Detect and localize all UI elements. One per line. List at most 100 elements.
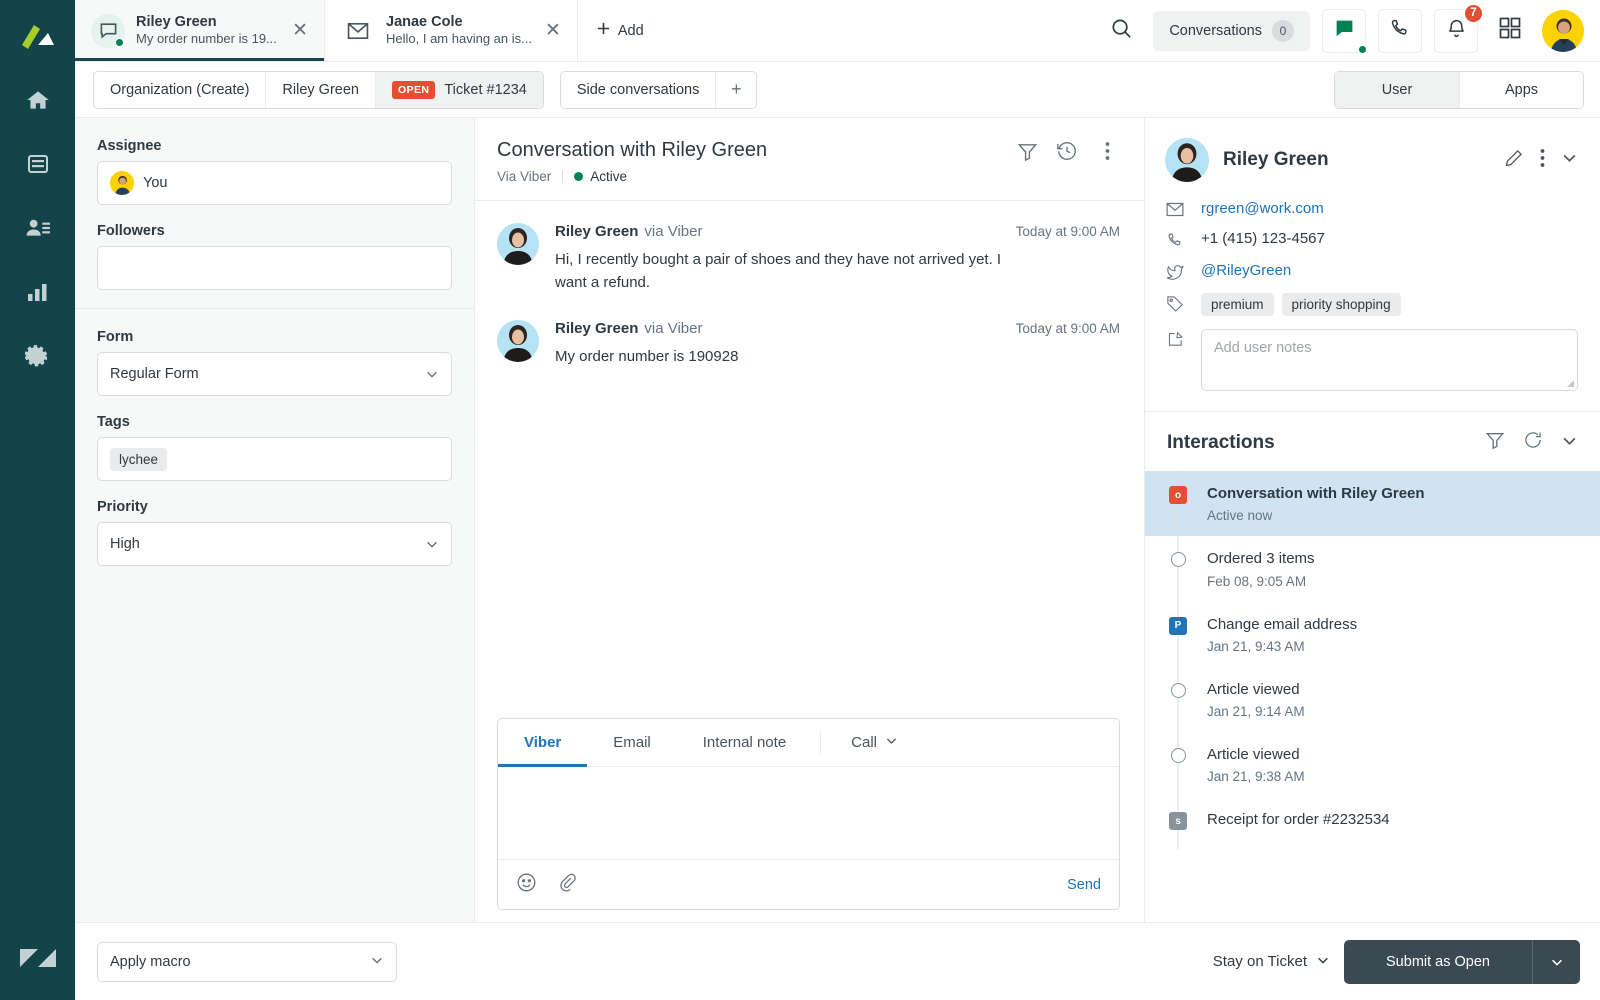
user-twitter[interactable]: @RileyGreen (1201, 262, 1291, 279)
user-tag-chip[interactable]: priority shopping (1281, 293, 1401, 316)
more-vertical-icon[interactable] (1094, 138, 1120, 164)
form-label: Form (97, 329, 134, 345)
composer-channel-tabs: Viber Email Internal note Call (498, 719, 1119, 767)
timeline-item[interactable]: Article viewed Jan 21, 9:14 AM (1145, 665, 1600, 733)
conversation-channel: Via Viber (497, 169, 552, 184)
submit-as-open-button[interactable]: Submit as Open (1344, 940, 1532, 984)
user-email[interactable]: rgreen@work.com (1201, 200, 1324, 217)
pencil-icon[interactable] (1504, 148, 1524, 173)
timeline-connector (1177, 731, 1179, 799)
user-name: Riley Green (1223, 149, 1329, 170)
tab-internal-note[interactable]: Internal note (677, 719, 812, 766)
conversation-meta: Via Viber Active (497, 169, 767, 184)
breadcrumb-item-organization[interactable]: Organization (Create) (94, 71, 267, 108)
filter-icon[interactable] (1014, 138, 1040, 164)
tags-input[interactable]: lychee (97, 437, 452, 481)
sidebar-item-reporting[interactable] (16, 272, 60, 316)
chat-status-icon (1334, 18, 1355, 44)
tab-call[interactable]: Call (829, 719, 920, 766)
tag-chip[interactable]: lychee (110, 447, 168, 471)
refresh-icon[interactable] (1523, 430, 1543, 455)
priority-field: Priority High (97, 499, 452, 566)
timeline-item[interactable]: Article viewed Jan 21, 9:38 AM (1145, 731, 1600, 799)
profile-marker-icon: P (1169, 616, 1187, 635)
reporting-icon (26, 280, 50, 309)
tab-user[interactable]: User (1335, 71, 1459, 108)
timeline-connector (1177, 665, 1179, 733)
timeline-item[interactable]: P Change email address Jan 21, 9:43 AM (1145, 600, 1600, 668)
timeline-label: Conversation with Riley Green (1207, 485, 1425, 502)
sidebar-item-admin[interactable] (16, 336, 60, 380)
stay-on-ticket-dropdown[interactable]: Stay on Ticket (1213, 953, 1330, 971)
close-icon[interactable]: ✕ (290, 21, 310, 40)
conversations-label: Conversations (1169, 22, 1262, 39)
composer-editor[interactable] (498, 767, 1119, 859)
apply-macro-select[interactable]: Apply macro (97, 941, 397, 982)
phone-icon (1390, 18, 1411, 44)
agent-avatar[interactable] (1542, 9, 1584, 52)
breadcrumb: Organization (Create) Riley Green OPEN T… (93, 70, 544, 109)
search-button[interactable] (1101, 11, 1141, 51)
chat-bubble-icon (91, 13, 125, 48)
chevron-down-icon[interactable] (1561, 149, 1578, 171)
form-field: Form Regular Form (97, 329, 452, 396)
user-tag-chip[interactable]: premium (1201, 293, 1274, 316)
followers-input[interactable] (97, 246, 452, 290)
more-vertical-icon[interactable] (1540, 148, 1545, 173)
timeline-label: Change email address (1207, 615, 1358, 633)
ticket-tab-janae-cole[interactable]: Janae Cole Hello, I am having an is... ✕ (325, 0, 578, 61)
form-select[interactable]: Regular Form (97, 352, 452, 396)
chevron-down-icon (425, 367, 439, 381)
timeline-time: Active now (1207, 508, 1273, 524)
tab-subtitle: Hello, I am having an is... (386, 31, 532, 47)
timeline-item[interactable]: s Receipt for order #2232534 (1145, 796, 1600, 849)
zendesk-logo-icon[interactable] (18, 18, 58, 58)
side-conversations-label: Side conversations (576, 81, 700, 98)
conversation-status-label: Active (590, 169, 628, 184)
tab-title: Riley Green (136, 13, 217, 30)
priority-label: Priority (97, 499, 148, 515)
message-text: My order number is 190928 (555, 348, 739, 365)
breadcrumb-item-user[interactable]: Riley Green (266, 71, 376, 108)
priority-select[interactable]: High (97, 522, 452, 566)
timeline-marker (1167, 731, 1189, 799)
notifications-button[interactable]: 7 (1434, 2, 1484, 53)
conversations-pill[interactable]: Conversations 0 (1153, 10, 1310, 51)
assignee-input[interactable]: You (97, 161, 452, 205)
chat-status-button[interactable] (1322, 8, 1368, 55)
tab-apps[interactable]: Apps (1459, 71, 1583, 108)
submit-options-chevron-down-icon[interactable] (1532, 939, 1580, 984)
notes-icon (1165, 329, 1185, 348)
sidebar-item-home[interactable] (16, 80, 60, 124)
apps-grid-button[interactable] (1490, 11, 1530, 51)
sidebar-item-views[interactable] (16, 144, 60, 188)
sidebar-item-customers[interactable] (16, 208, 60, 252)
chevron-down-icon[interactable] (1561, 432, 1578, 454)
call-console-button[interactable] (1378, 8, 1422, 53)
emoji-icon[interactable] (516, 872, 537, 898)
timeline-label: Article viewed (1207, 746, 1300, 763)
close-icon[interactable]: ✕ (543, 21, 563, 40)
composer-wrapper: Viber Email Internal note Call Send (475, 718, 1144, 922)
history-icon[interactable] (1054, 138, 1080, 164)
tab-email-label: Email (613, 734, 651, 751)
timeline-time: Jan 21, 9:14 AM (1207, 704, 1305, 719)
plus-icon (596, 21, 611, 40)
timeline-item[interactable]: o Conversation with Riley Green Active n… (1145, 471, 1600, 538)
tab-viber[interactable]: Viber (498, 719, 588, 767)
plus-icon[interactable]: + (716, 71, 757, 108)
filter-icon[interactable] (1485, 430, 1505, 455)
timeline-marker: s (1167, 796, 1189, 849)
user-notes-row: Add user notes (1165, 329, 1578, 391)
send-button[interactable]: Send (1067, 877, 1101, 893)
breadcrumb-item-ticket[interactable]: OPEN Ticket #1234 (375, 71, 543, 108)
user-notes-input[interactable]: Add user notes (1201, 329, 1578, 391)
add-tab-button[interactable]: Add (578, 0, 662, 61)
assignee-label: Assignee (97, 138, 162, 154)
timeline-item[interactable]: Ordered 3 items Feb 08, 9:05 AM (1145, 535, 1600, 603)
ticket-tab-riley-green[interactable]: Riley Green My order number is 19... ✕ (75, 0, 325, 61)
paperclip-icon[interactable] (557, 872, 577, 897)
tab-email[interactable]: Email (587, 719, 677, 766)
side-conversations-tab[interactable]: Side conversations (560, 71, 717, 108)
message-item: Riley Green via Viber Today at 9:00 AM M… (497, 320, 1120, 369)
